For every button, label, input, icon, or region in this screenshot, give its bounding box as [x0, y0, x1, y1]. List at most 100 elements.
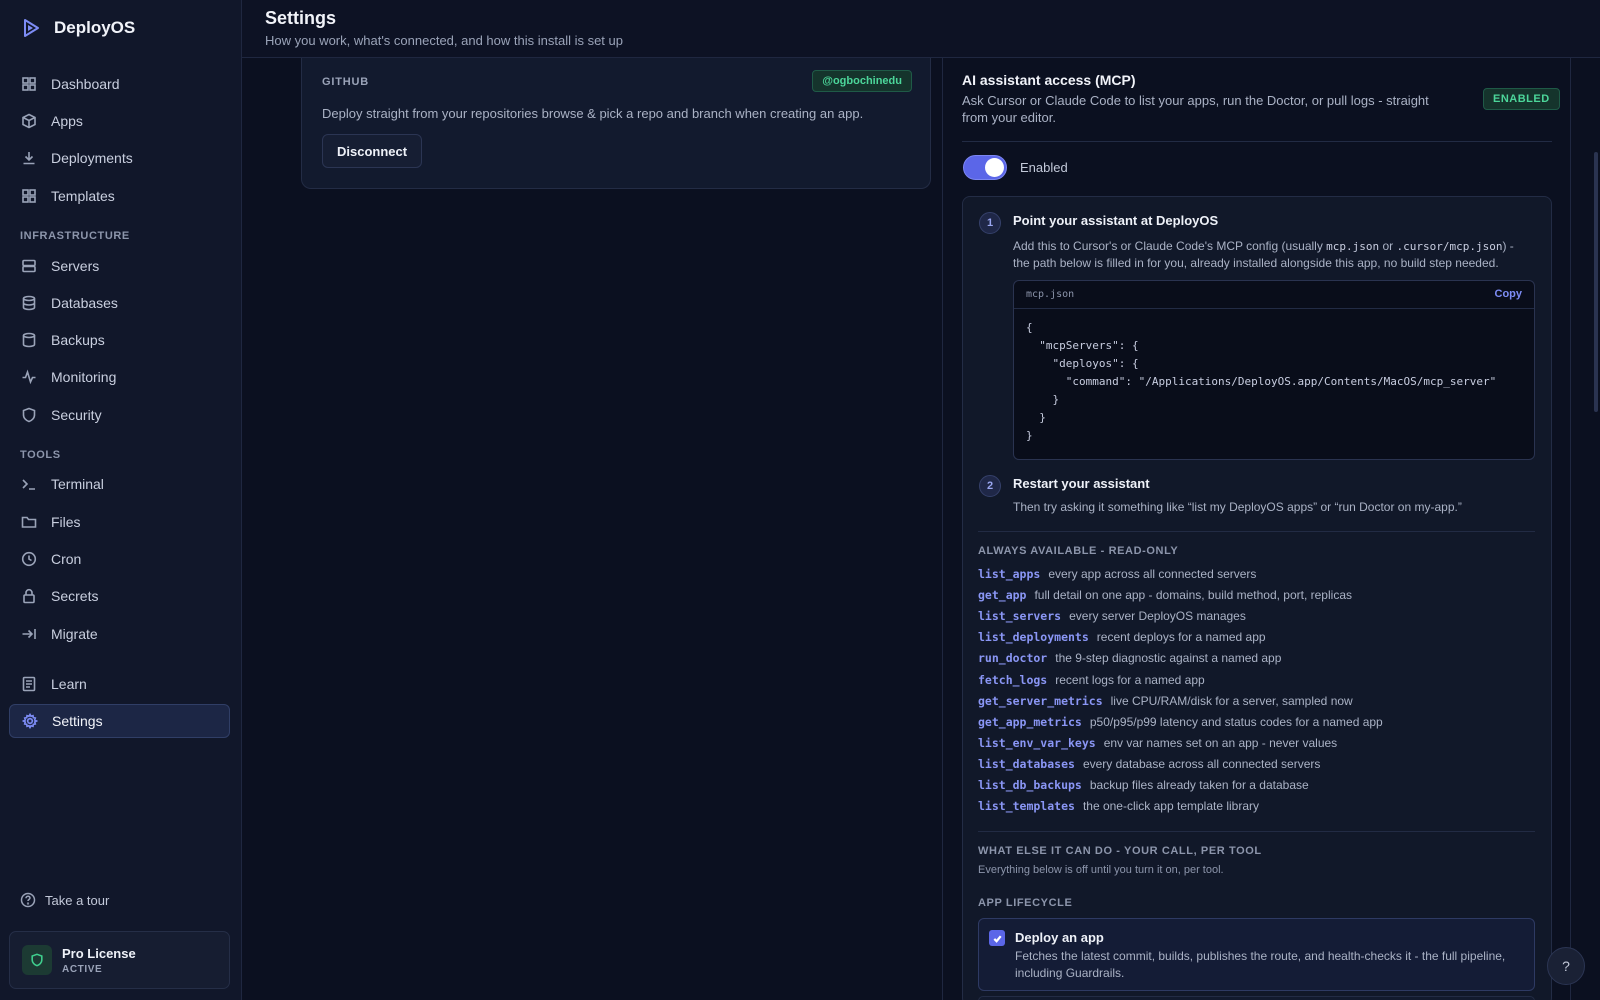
sidebar-item-dashboard[interactable]: Dashboard [9, 67, 230, 101]
page-subtitle: How you work, what's connected, and how … [265, 33, 623, 48]
tool-description: live CPU/RAM/disk for a server, sampled … [1110, 693, 1353, 708]
box-icon [22, 113, 36, 129]
tool-row: get_app_metrics p50/p95/p99 latency and s… [978, 715, 1383, 729]
tool-name: list_databases [978, 756, 1075, 771]
folder-icon [21, 516, 37, 528]
sidebar-item-learn[interactable]: Learn [9, 667, 230, 701]
brand[interactable]: DeployOS [20, 14, 135, 42]
license-status: ACTIVE [62, 963, 103, 975]
tool-description: every server DeployOS manages [1069, 609, 1246, 624]
mcp-enable-toggle[interactable] [963, 155, 1007, 180]
section-label-tools: TOOLS [20, 449, 61, 461]
sidebar-item-label: Templates [51, 188, 115, 204]
sidebar-item-security[interactable]: Security [9, 398, 230, 432]
tool-row: list_apps every app across all connected … [978, 567, 1256, 581]
tool-name: list_env_var_keys [978, 735, 1096, 750]
sidebar-item-cron[interactable]: Cron [9, 542, 230, 576]
toggle-knob [985, 158, 1004, 177]
tool-description: p50/p95/p99 latency and status codes for… [1089, 714, 1383, 729]
sidebar-item-label: Databases [51, 295, 118, 311]
github-card: GITHUB @ogbochinedu Deploy straight from… [301, 58, 931, 189]
permission-title: Deploy an app [1015, 930, 1104, 945]
tool-description: full detail on one app - domains, build … [1034, 588, 1352, 603]
book-icon [22, 676, 36, 692]
sidebar-item-label: Deployments [51, 150, 133, 166]
tool-row: get_server_metrics live CPU/RAM/disk for … [978, 694, 1353, 708]
tool-name: get_server_metrics [978, 693, 1103, 708]
license-card[interactable]: Pro License ACTIVE [9, 931, 230, 989]
sidebar-item-secrets[interactable]: Secrets [9, 579, 230, 613]
panel-right-border [1570, 58, 1571, 1000]
optin-note: Everything below is off until you turn i… [978, 864, 1224, 876]
sidebar-item-settings[interactable]: Settings [9, 704, 230, 738]
backup-icon [22, 332, 36, 348]
tool-row: list_servers every server DeployOS manage… [978, 609, 1246, 623]
sidebar: DeployOS Dashboard Apps Deployments Temp… [0, 0, 242, 1000]
sidebar-item-apps[interactable]: Apps [9, 104, 230, 138]
tool-name: list_templates [978, 799, 1075, 814]
sidebar-item-files[interactable]: Files [9, 505, 230, 539]
tool-description: recent logs for a named app [1055, 672, 1205, 687]
sidebar-item-label: Dashboard [51, 76, 120, 92]
step-description: Add this to Cursor's or Claude Code's MC… [1013, 239, 1514, 270]
tool-name: list_servers [978, 609, 1062, 624]
step-description: Then try asking it something like “list … [1013, 500, 1462, 514]
sidebar-item-terminal[interactable]: Terminal [9, 467, 230, 501]
server-icon [22, 259, 36, 273]
dashboard-icon [22, 77, 36, 91]
sidebar-item-label: Secrets [51, 588, 99, 604]
sidebar-item-label: Terminal [51, 476, 104, 492]
page-title: Settings [265, 8, 337, 28]
sidebar-item-monitoring[interactable]: Monitoring [9, 360, 230, 394]
tool-name: list_apps [978, 567, 1041, 581]
tool-row: run_doctor the 9-step diagnostic against … [978, 651, 1281, 665]
sidebar-item-deployments[interactable]: Deployments [9, 141, 230, 175]
tool-description: every app across all connected servers [1048, 567, 1257, 581]
code-header: mcp.json Copy [1014, 281, 1534, 309]
brand-name: DeployOS [54, 18, 136, 37]
sidebar-item-label: Files [51, 514, 81, 530]
page-header: Settings How you work, what's connected,… [242, 0, 1600, 58]
shield-icon [22, 407, 36, 423]
grid-icon [22, 189, 36, 203]
tool-name: fetch_logs [978, 672, 1048, 687]
lifecycle-section-label: APP LIFECYCLE [978, 897, 1073, 909]
license-shield-icon [22, 945, 52, 975]
take-a-tour-label: Take a tour [45, 892, 110, 908]
deploy-checkbox[interactable] [989, 930, 1005, 946]
github-description: Deploy straight from your repositories b… [322, 106, 864, 121]
sidebar-item-label: Settings [52, 713, 103, 729]
lock-icon [23, 588, 35, 604]
clock-icon [21, 551, 37, 567]
sidebar-item-label: Backups [51, 332, 105, 348]
tool-name: get_app [978, 588, 1027, 603]
step-number: 1 [979, 212, 1001, 234]
sidebar-item-databases[interactable]: Databases [9, 286, 230, 320]
sidebar-item-servers[interactable]: Servers [9, 249, 230, 283]
mcp-description: Ask Cursor or Claude Code to list your a… [962, 93, 1429, 125]
check-icon [993, 935, 1002, 943]
gear-icon [22, 713, 38, 729]
sidebar-item-templates[interactable]: Templates [9, 179, 230, 213]
sidebar-item-migrate[interactable]: Migrate [9, 617, 230, 651]
take-a-tour-link[interactable]: Take a tour [20, 892, 109, 908]
permission-description: Fetches the latest commit, builds, publi… [1015, 949, 1506, 980]
scrollbar[interactable] [1594, 152, 1598, 412]
tool-description: recent deploys for a named app [1096, 630, 1266, 645]
help-circle-icon [20, 892, 36, 908]
code-filename: mcp.json [1026, 289, 1075, 300]
tool-description: the one-click app template library [1082, 799, 1260, 814]
readonly-section-label: ALWAYS AVAILABLE - READ-ONLY [978, 545, 1179, 557]
step-title: Restart your assistant [1013, 476, 1150, 491]
section-label-infrastructure: INFRASTRUCTURE [20, 230, 130, 242]
optin-section-label: WHAT ELSE IT CAN DO - YOUR CALL, PER TOO… [978, 845, 1262, 857]
pulse-icon [22, 369, 36, 385]
help-button[interactable]: ? [1547, 947, 1585, 985]
permission-deploy-app[interactable]: Deploy an app Fetches the latest commit,… [978, 918, 1535, 991]
disconnect-button[interactable]: Disconnect [322, 134, 423, 168]
code-content[interactable]: { "mcpServers": { "deployos": { "command… [1026, 319, 1496, 445]
tool-description: every database across all connected serv… [1082, 756, 1321, 771]
copy-button[interactable]: Copy [1495, 288, 1523, 300]
sidebar-item-backups[interactable]: Backups [9, 323, 230, 357]
tool-description: backup files already taken for a databas… [1089, 778, 1309, 792]
